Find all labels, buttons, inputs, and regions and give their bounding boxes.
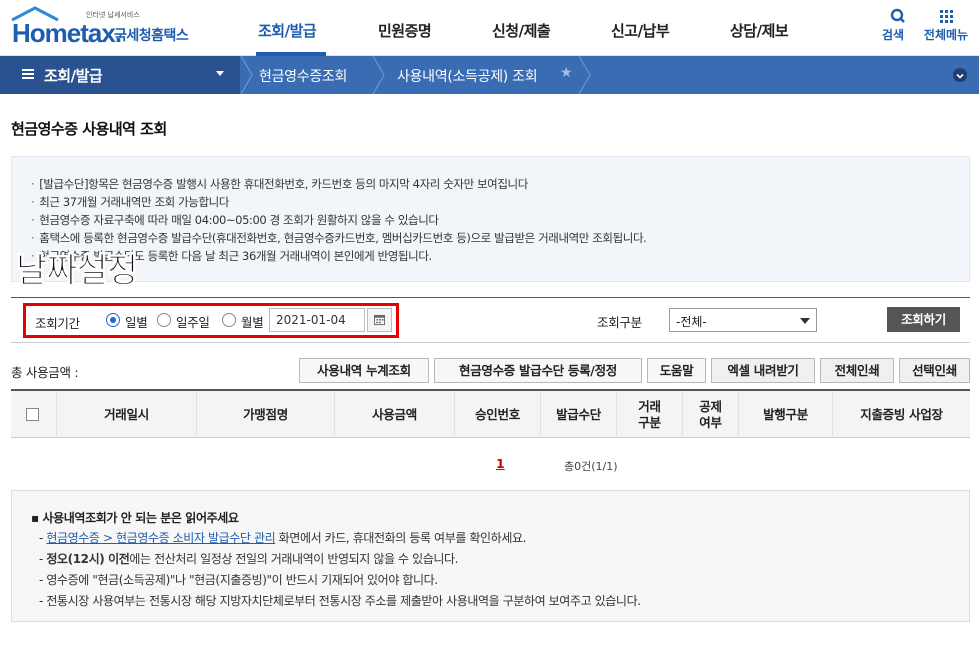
cumulative-inquiry-button[interactable]: 사용내역 누계조회 (299, 358, 429, 383)
breadcrumb-separator-icon (372, 56, 385, 94)
radio-monthly-label[interactable]: 월별 (241, 312, 264, 331)
page-link[interactable]: 1 (496, 456, 505, 471)
section-dropdown[interactable]: 조회/발급 (0, 56, 240, 94)
all-menu-link[interactable]: 전체메뉴 (921, 6, 971, 43)
page-title: 현금영수증 사용내역 조회 (11, 120, 167, 138)
register-payment-method-button[interactable]: 현금영수증 발급수단 등록/정정 (434, 358, 642, 383)
excel-download-button[interactable]: 엑셀 내려받기 (711, 358, 815, 383)
info-box: [발급수단]항목은 현금영수증 발행시 사용한 휴대전화번호, 카드번호 등의 … (11, 156, 970, 282)
column-header: 공제 여부 (683, 391, 739, 438)
help-button[interactable]: 도움말 (647, 358, 706, 383)
table-header: 거래일시 가맹점명 사용금액 승인번호 발급수단 거래 구분 공제 여부 발행구… (11, 389, 970, 438)
notice-line3: 영수증에 "현금(소득공제)"나 "현금(지출증빙)"이 반드시 기재되어 있어… (46, 573, 438, 587)
select-all-cell (11, 391, 57, 438)
breadcrumb-cash-receipt[interactable]: 현금영수증조회 (259, 66, 347, 86)
print-all-button[interactable]: 전체인쇄 (820, 358, 894, 383)
expand-circle-icon[interactable] (953, 68, 967, 82)
menu-item-consult[interactable]: 상담/제보 (730, 20, 789, 41)
period-label: 조회기간 (35, 316, 80, 331)
menu-item-inquiry[interactable]: 조회/발급 (258, 20, 317, 41)
notice-bold: 정오(12시) 이전 (46, 552, 130, 566)
hamburger-icon (22, 69, 34, 79)
calendar-button[interactable] (367, 308, 392, 332)
column-header: 거래 구분 (617, 391, 683, 438)
all-menu-label: 전체메뉴 (923, 28, 969, 42)
notice-line4: 전통시장 사용여부는 전통시장 해당 지방자치단체로부터 전통시장 주소를 제출… (46, 594, 641, 608)
section-title: 조회/발급 (44, 67, 103, 85)
search-label: 검색 (881, 28, 905, 42)
notice-line: - 영수증에 "현금(소득공제)"나 "현금(지출증빙)"이 반드시 기재되어 … (39, 573, 438, 587)
annotation-date-setting: 날짜설정 (16, 251, 139, 292)
menu-item-application[interactable]: 신청/제출 (492, 20, 551, 41)
notice-line2: 에는 전산처리 일정상 전일의 거래내역이 반영되지 않을 수 있습니다. (129, 552, 459, 566)
logo-name: 국세청홈택스 (114, 28, 189, 44)
chevron-down-icon (800, 318, 810, 324)
search-icon (890, 8, 905, 23)
calendar-icon (374, 314, 385, 326)
notice-title: 사용내역조회가 안 되는 분은 읽어주세요 (42, 511, 239, 525)
info-item: 최근 37개월 거래내역만 조회 가능합니다 (31, 193, 646, 211)
notice-link-suffix: 화면에서 카드, 휴대전화의 등록 여부를 확인하세요. (275, 531, 527, 545)
search-link[interactable]: 검색 (878, 6, 908, 43)
record-count: 총0건(1/1) (564, 460, 618, 473)
notice-line: - 현금영수증 > 현금영수증 소비자 발급수단 관리 화면에서 카드, 휴대전… (39, 531, 527, 545)
notice-box: ▪ 사용내역조회가 안 되는 분은 읽어주세요 - 현금영수증 > 현금영수증 … (11, 490, 970, 622)
type-select-value: -전체- (676, 315, 707, 329)
radio-monthly[interactable] (222, 313, 236, 327)
breadcrumb-bar: 조회/발급 현금영수증조회 사용내역(소득공제) 조회 ★ (0, 56, 979, 94)
column-header: 지출증빙 사업장 (860, 406, 943, 422)
type-label: 조회구분 (597, 315, 642, 330)
column-header: 거래일시 (57, 391, 197, 438)
date-input[interactable]: 2021-01-04 (269, 308, 365, 332)
column-header: 승인번호 (455, 391, 541, 438)
logo-word: Hometax. (12, 18, 122, 48)
chevron-down-icon (216, 71, 224, 76)
breadcrumb-usage-history[interactable]: 사용내역(소득공제) 조회 (397, 66, 538, 86)
column-header: 발행구분 (739, 391, 833, 438)
payment-method-manage-link[interactable]: 현금영수증 > 현금영수증 소비자 발급수단 관리 (46, 531, 275, 545)
column-header: 가맹점명 (197, 391, 335, 438)
search-button[interactable]: 조회하기 (887, 307, 960, 332)
menu-item-certificate[interactable]: 민원증명 (378, 20, 432, 41)
print-selected-button[interactable]: 선택인쇄 (899, 358, 970, 383)
hometax-logo[interactable]: 인터넷 납세서비스 Hometax. 국세청홈택스 (10, 6, 195, 48)
menu-item-report-payment[interactable]: 신고/납부 (611, 20, 670, 41)
column-header: 사용금액 (335, 391, 455, 438)
info-item: 현금영수증 자료구축에 따라 매일 04:00~05:00 경 조회가 원활하지… (31, 211, 646, 229)
notice-line: - 전통시장 사용여부는 전통시장 해당 지방자치단체로부터 전통시장 주소를 … (39, 594, 641, 608)
favorite-star-icon[interactable]: ★ (560, 65, 573, 81)
breadcrumb-separator-icon (578, 56, 591, 94)
notice-title-line: ▪ 사용내역조회가 안 되는 분은 읽어주세요 (31, 511, 239, 525)
column-header: 발급수단 (541, 391, 617, 438)
radio-daily[interactable] (106, 313, 120, 327)
type-select[interactable]: -전체- (669, 308, 817, 332)
radio-weekly-label[interactable]: 일주일 (176, 312, 210, 331)
grid-menu-icon (940, 10, 953, 23)
radio-daily-label[interactable]: 일별 (125, 312, 148, 331)
radio-weekly[interactable] (157, 313, 171, 327)
select-all-checkbox[interactable] (26, 408, 39, 421)
breadcrumb-separator-icon (240, 56, 253, 94)
top-header: 인터넷 납세서비스 Hometax. 국세청홈택스 조회/발급 민원증명 신청/… (0, 0, 979, 56)
total-amount-label: 총 사용금액 : (11, 365, 79, 380)
info-item: [발급수단]항목은 현금영수증 발행시 사용한 휴대전화번호, 카드번호 등의 … (31, 175, 646, 193)
notice-line: - 정오(12시) 이전에는 전산처리 일정상 전일의 거래내역이 반영되지 않… (39, 552, 459, 566)
